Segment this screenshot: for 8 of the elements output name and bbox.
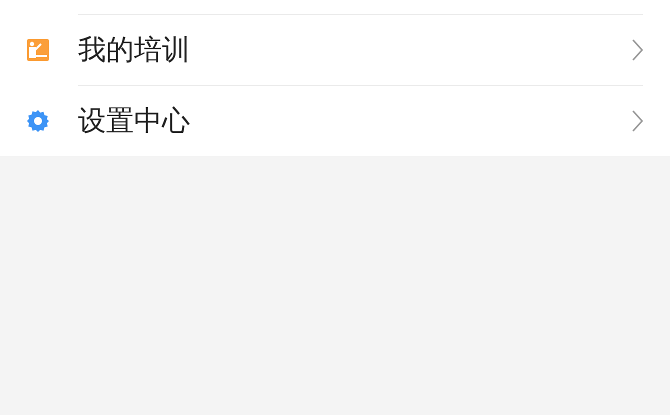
chevron-right-icon (631, 38, 643, 62)
settings-icon (26, 108, 50, 132)
menu-label: 设置中心 (78, 103, 191, 139)
presentation-icon (26, 38, 50, 62)
chevron-right-icon (631, 109, 643, 133)
menu-item[interactable]: 设置中心 (0, 85, 670, 156)
menu-label: 我的培训 (78, 32, 191, 68)
menu-item[interactable]: 我的培训 (0, 14, 670, 85)
